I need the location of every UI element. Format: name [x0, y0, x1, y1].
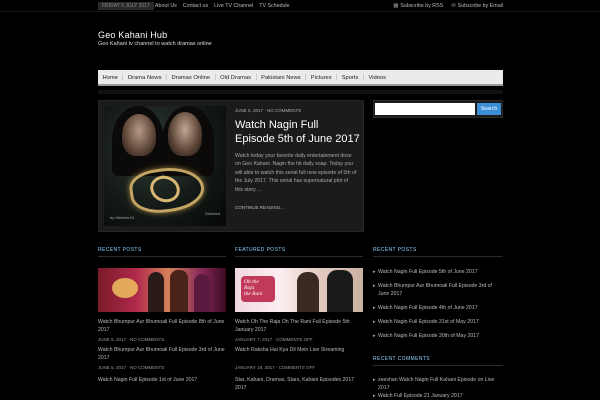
- sidebar-recent-heading: RECENT POSTS: [373, 247, 417, 253]
- featured-post-thumb[interactable]: Oh the Raja the Rani: [235, 268, 363, 312]
- drama-logo-text: Oh the Raja the Rani: [244, 279, 263, 297]
- nav-item-home[interactable]: Home: [98, 70, 122, 84]
- face-shape: [168, 112, 202, 156]
- nav-item-pakistani-news[interactable]: Pakistani News: [257, 70, 306, 84]
- featured-post-item-meta: JANUARY 19, 2017 · COMMENTS OFF: [235, 365, 316, 370]
- sidebar-recent-item[interactable]: ▸ Watch Bhumpur Aur Bhumoali Full Episode…: [373, 282, 503, 298]
- featured-post-item-title[interactable]: Watch Oh The Raja Oh The Rani Full Episo…: [235, 318, 363, 334]
- recent-post-title[interactable]: Watch Nagin Full Episode 1st of June 201…: [98, 376, 226, 384]
- section-divider: [98, 256, 226, 257]
- featured-post-image[interactable]: by Webber M. Directed: [104, 106, 226, 226]
- recent-post-meta: JUNE 5, 2017 · NO COMMENTS: [98, 365, 165, 370]
- sidebar-comment-label: zeeshan Watch Nagin Full Kahani Episode …: [378, 377, 495, 391]
- date-badge: FRIDAY 5 JULY 2017: [98, 2, 154, 10]
- sidebar-recent-item[interactable]: ▸ Watch Nagin Full Episode 30th of May 20…: [373, 332, 503, 340]
- recent-post-image[interactable]: [98, 268, 226, 312]
- featured-post-item-title[interactable]: Watch Raksha Hai Kya Dil Mein Live Strea…: [235, 346, 363, 354]
- top-link-contact[interactable]: Contact us: [183, 2, 208, 10]
- person-silhouette: [194, 274, 210, 312]
- site-description: Geo Kahani tv channel to watch dramas on…: [98, 41, 212, 47]
- nav-subbar: [98, 90, 503, 94]
- face-shape: [122, 114, 156, 156]
- bullet-icon: ▸: [373, 393, 376, 399]
- featured-post-item-meta: JANUARY 7, 2017 · COMMENTS OFF: [235, 337, 313, 342]
- featured-posts-heading: FEATURED POSTS: [235, 247, 286, 253]
- image-credit-left: by Webber M.: [110, 215, 135, 220]
- sidebar-recent-item[interactable]: ▸ Watch Nagin Full Episode 4th of June 20…: [373, 304, 503, 312]
- sidebar-comments-list: ▸ zeeshan Watch Nagin Full Kahani Episode…: [373, 376, 503, 400]
- bullet-icon: ▸: [373, 283, 376, 289]
- bullet-icon: ▸: [373, 305, 376, 311]
- sidebar-recent-item[interactable]: ▸ Watch Nagin Full Episode 31st of May 20…: [373, 318, 503, 326]
- sidebar-recent-item-label: Watch Bhumpur Aur Bhumoali Full Episode …: [378, 283, 492, 297]
- nav-item-sports[interactable]: Sports: [337, 70, 363, 84]
- recent-posts-heading: RECENT POSTS: [98, 247, 142, 253]
- search-input[interactable]: [375, 103, 475, 115]
- bullet-icon: ▸: [373, 269, 376, 275]
- image-credit-right: Directed: [205, 211, 220, 216]
- top-link-live-tv[interactable]: Live TV Channel: [214, 2, 253, 10]
- recent-post-title[interactable]: Watch Bhumpur Aur Bhumoali Full Episode …: [98, 346, 226, 362]
- sidebar-recent-item-label: Watch Nagin Full Episode 31st of May 201…: [378, 319, 479, 325]
- recent-post-meta: JUNE 5, 2017 · NO COMMENTS: [98, 337, 165, 342]
- recent-post-title[interactable]: Watch Bhumpur Aur Bhumoali Full Episode …: [98, 318, 226, 334]
- nav-item-dramas-online[interactable]: Dramas Online: [167, 70, 215, 84]
- section-divider: [373, 256, 503, 257]
- main-nav: Home Drama News Dramas Online Old Dramas…: [98, 70, 503, 86]
- person-silhouette: [327, 270, 353, 312]
- sidebar-recent-item-label: Watch Nagin Full Episode 30th of May 201…: [378, 333, 480, 339]
- rss-icon: ▩: [393, 3, 399, 9]
- continue-reading-link[interactable]: CONTINUE READING...: [235, 205, 284, 210]
- top-links: About Us Contact us Live TV Channel TV S…: [155, 2, 290, 10]
- subscribe-rss-link[interactable]: ▩ Subscribe by RSS: [393, 2, 443, 10]
- email-icon: ✉: [451, 3, 456, 9]
- sidebar-recent-item-label: Watch Nagin Full Episode 4th of June 201…: [378, 305, 478, 311]
- sidebar-comment-label: Watch Full Episode 21 January 2017: [378, 393, 463, 399]
- sidebar-comments-heading: RECENT COMMENTS: [373, 356, 431, 362]
- sidebar-recent-item[interactable]: ▸ Watch Nagin Full Episode 5th of June 20…: [373, 268, 503, 276]
- featured-post-item-title[interactable]: Star, Kahani, Dramas, Stars, Kahani Epis…: [235, 376, 363, 392]
- nav-item-videos[interactable]: Videos: [364, 70, 391, 84]
- section-divider: [373, 365, 503, 366]
- featured-post-meta: JUNE 5, 2017 · NO COMMENTS: [235, 108, 302, 113]
- site-title[interactable]: Geo Kahani Hub: [98, 30, 167, 40]
- search-button[interactable]: Search: [477, 103, 501, 115]
- featured-post-title[interactable]: Watch Nagin Full Episode 5th of June 201…: [235, 118, 360, 146]
- bullet-icon: ▸: [373, 377, 376, 383]
- top-link-about[interactable]: About Us: [155, 2, 177, 10]
- nav-item-pictures[interactable]: Pictures: [306, 70, 336, 84]
- subscribe-email-link[interactable]: ✉ Subscribe by Email: [451, 2, 503, 10]
- bullet-icon: ▸: [373, 319, 376, 325]
- person-silhouette: [170, 270, 188, 312]
- bullet-icon: ▸: [373, 333, 376, 339]
- subscribe-email-label: Subscribe by Email: [457, 3, 503, 9]
- top-bar: FRIDAY 5 JULY 2017 About Us Contact us L…: [0, 0, 600, 12]
- subscribe-links: ▩ Subscribe by RSS ✉ Subscribe by Email: [393, 2, 503, 10]
- subscribe-rss-label: Subscribe by RSS: [400, 3, 444, 9]
- sidebar-recent-list: ▸ Watch Nagin Full Episode 5th of June 20…: [373, 268, 503, 346]
- person-silhouette: [148, 272, 164, 312]
- nav-item-old-dramas[interactable]: Old Dramas: [216, 70, 256, 84]
- sidebar-comment-item[interactable]: ▸ zeeshan Watch Nagin Full Kahani Episode…: [373, 376, 503, 392]
- nav-item-drama-news[interactable]: Drama News: [123, 70, 166, 84]
- featured-post-excerpt: Watch today your favorite daily entertai…: [235, 153, 357, 193]
- person-silhouette: [297, 272, 319, 312]
- section-divider: [235, 256, 363, 257]
- drama-logo: [112, 278, 138, 298]
- sidebar-recent-item-label: Watch Nagin Full Episode 5th of June 201…: [378, 269, 478, 275]
- sidebar-comment-item[interactable]: ▸ Watch Full Episode 21 January 2017: [373, 392, 503, 400]
- top-link-tv-schedule[interactable]: TV Schedule: [259, 2, 289, 10]
